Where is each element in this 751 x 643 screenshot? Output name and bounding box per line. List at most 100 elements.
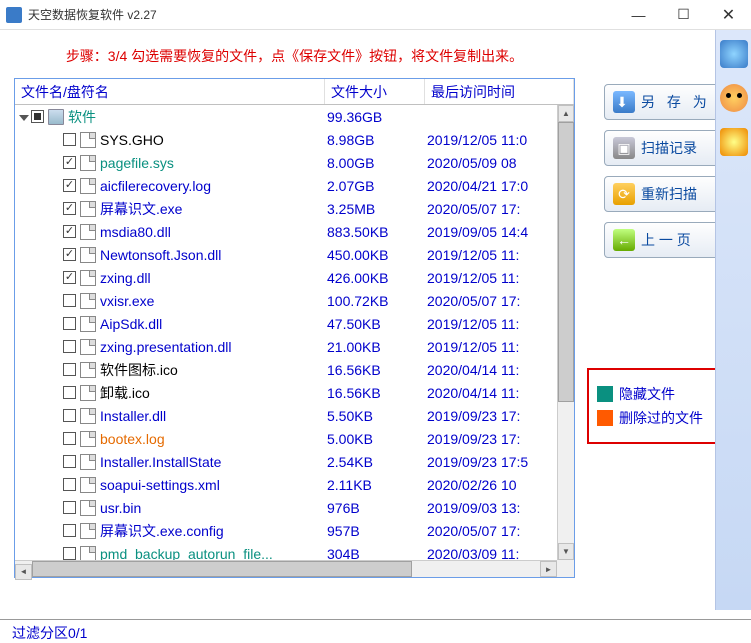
globe-icon[interactable]	[720, 40, 748, 68]
expand-icon[interactable]	[19, 115, 29, 121]
file-time: 2019/12/05 11:	[425, 247, 574, 263]
qq-icon[interactable]	[720, 84, 748, 112]
file-name: Installer.InstallState	[100, 454, 221, 470]
back-arrow-icon: ←	[613, 229, 635, 251]
table-row[interactable]: zxing.presentation.dll21.00KB2019/12/05 …	[15, 335, 574, 358]
checkbox[interactable]	[63, 248, 76, 261]
scan-log-button[interactable]: ▣ 扫描记录	[604, 130, 724, 166]
prev-page-button[interactable]: ← 上 一 页	[604, 222, 724, 258]
file-name: zxing.presentation.dll	[100, 339, 232, 355]
table-row[interactable]: aicfilerecovery.log 2.07GB2020/04/21 17:0	[15, 174, 574, 197]
table-row[interactable]: bootex.log5.00KB2019/09/23 17:	[15, 427, 574, 450]
col-filename[interactable]: 文件名/盘符名	[15, 79, 325, 104]
minimize-button[interactable]: —	[616, 0, 661, 30]
step-instruction: 步骤：3/4 勾选需要恢复的文件，点《保存文件》按钮，将文件复制出来。	[14, 38, 575, 78]
checkbox[interactable]	[63, 156, 76, 169]
table-header: 文件名/盘符名 文件大小 最后访问时间	[15, 79, 574, 105]
window-controls: — ☐ ✕	[616, 0, 751, 30]
file-time: 2020/05/09 08	[425, 155, 574, 171]
checkbox[interactable]	[63, 133, 76, 146]
table-row[interactable]: soapui-settings.xml2.11KB2020/02/26 10	[15, 473, 574, 496]
checkbox[interactable]	[63, 317, 76, 330]
table-row[interactable]: Installer.InstallState2.54KB2019/09/23 1…	[15, 450, 574, 473]
file-size: 16.56KB	[325, 385, 425, 401]
file-name: SYS.GHO	[100, 132, 164, 148]
checkbox[interactable]	[63, 179, 76, 192]
table-row[interactable]: 屏幕识文.exe3.25MB2020/05/07 17:	[15, 197, 574, 220]
scroll-thumb-v[interactable]	[558, 122, 574, 402]
table-row[interactable]: zxing.dll426.00KB2019/12/05 11:	[15, 266, 574, 289]
col-time[interactable]: 最后访问时间	[425, 79, 574, 104]
checkbox[interactable]	[31, 110, 44, 123]
help-icon[interactable]	[720, 128, 748, 156]
title-bar: 天空数据恢复软件 v2.27 — ☐ ✕	[0, 0, 751, 30]
checkbox[interactable]	[63, 547, 76, 560]
checkbox[interactable]	[63, 202, 76, 215]
scroll-down-icon[interactable]: ▼	[558, 543, 574, 560]
maximize-button[interactable]: ☐	[661, 0, 706, 30]
file-size: 5.50KB	[325, 408, 425, 424]
table-row[interactable]: pagefile.sys8.00GB2020/05/09 08	[15, 151, 574, 174]
checkbox[interactable]	[63, 271, 76, 284]
file-size: 8.00GB	[325, 155, 425, 171]
file-time: 2019/09/23 17:	[425, 408, 574, 424]
checkbox[interactable]	[63, 409, 76, 422]
vertical-scrollbar[interactable]: ▲ ▼	[557, 105, 574, 560]
table-row[interactable]: 软件图标.ico16.56KB2020/04/14 11:	[15, 358, 574, 381]
legend-deleted-label: 删除过的文件	[619, 408, 703, 428]
checkbox[interactable]	[63, 363, 76, 376]
checkbox[interactable]	[63, 386, 76, 399]
checkbox[interactable]	[63, 524, 76, 537]
prev-label: 上 一 页	[641, 230, 691, 250]
scroll-right-icon[interactable]: ►	[540, 561, 557, 577]
table-row[interactable]: Newtonsoft.Json.dll450.00KB2019/12/05 11…	[15, 243, 574, 266]
file-time: 2019/09/05 14:4	[425, 224, 574, 240]
swatch-teal-icon	[597, 386, 613, 402]
rescan-button[interactable]: ⟳ 重新扫描	[604, 176, 724, 212]
file-time: 2019/09/03 13:	[425, 500, 574, 516]
checkbox[interactable]	[63, 340, 76, 353]
table-row[interactable]: 卸载.ico16.56KB2020/04/14 11:	[15, 381, 574, 404]
file-icon	[80, 316, 96, 332]
root-row[interactable]: 软件 99.36GB	[15, 105, 574, 128]
checkbox[interactable]	[63, 501, 76, 514]
horizontal-scrollbar[interactable]: ◄ ►	[15, 560, 557, 577]
table-row[interactable]: vxisr.exe100.72KB2020/05/07 17:	[15, 289, 574, 312]
save-as-button[interactable]: ⬇ 另 存 为	[604, 84, 724, 120]
checkbox[interactable]	[63, 225, 76, 238]
scroll-thumb-h[interactable]	[32, 561, 412, 577]
col-size[interactable]: 文件大小	[325, 79, 425, 104]
file-size: 2.07GB	[325, 178, 425, 194]
file-icon	[80, 523, 96, 539]
file-time: 2019/12/05 11:0	[425, 132, 574, 148]
scroll-up-icon[interactable]: ▲	[558, 105, 574, 122]
file-time: 2020/04/21 17:0	[425, 178, 574, 194]
checkbox[interactable]	[63, 455, 76, 468]
checkbox[interactable]	[63, 478, 76, 491]
file-time: 2019/09/23 17:5	[425, 454, 574, 470]
checkbox[interactable]	[63, 294, 76, 307]
file-name: 屏幕识文.exe.config	[100, 521, 224, 541]
file-icon	[80, 408, 96, 424]
file-icon	[80, 500, 96, 516]
scroll-left-icon[interactable]: ◄	[15, 564, 32, 580]
file-name: 软件图标.ico	[100, 360, 178, 380]
table-row[interactable]: AipSdk.dll47.50KB2019/12/05 11:	[15, 312, 574, 335]
table-row[interactable]: SYS.GHO8.98GB2019/12/05 11:0	[15, 128, 574, 151]
table-row[interactable]: Installer.dll 5.50KB2019/09/23 17:	[15, 404, 574, 427]
file-size: 450.00KB	[325, 247, 425, 263]
scanlog-label: 扫描记录	[641, 138, 697, 158]
swatch-orange-icon	[597, 410, 613, 426]
refresh-icon: ⟳	[613, 183, 635, 205]
file-icon	[80, 270, 96, 286]
file-name: Installer.dll	[100, 408, 166, 424]
table-row[interactable]: 屏幕识文.exe.config957B2020/05/07 17:	[15, 519, 574, 542]
file-name: aicfilerecovery.log	[100, 178, 211, 194]
table-row[interactable]: msdia80.dll883.50KB2019/09/05 14:4	[15, 220, 574, 243]
close-button[interactable]: ✕	[706, 0, 751, 30]
legend-hidden-label: 隐藏文件	[619, 384, 675, 404]
file-size: 3.25MB	[325, 201, 425, 217]
checkbox[interactable]	[63, 432, 76, 445]
rescan-label: 重新扫描	[641, 184, 697, 204]
table-row[interactable]: usr.bin976B2019/09/03 13:	[15, 496, 574, 519]
